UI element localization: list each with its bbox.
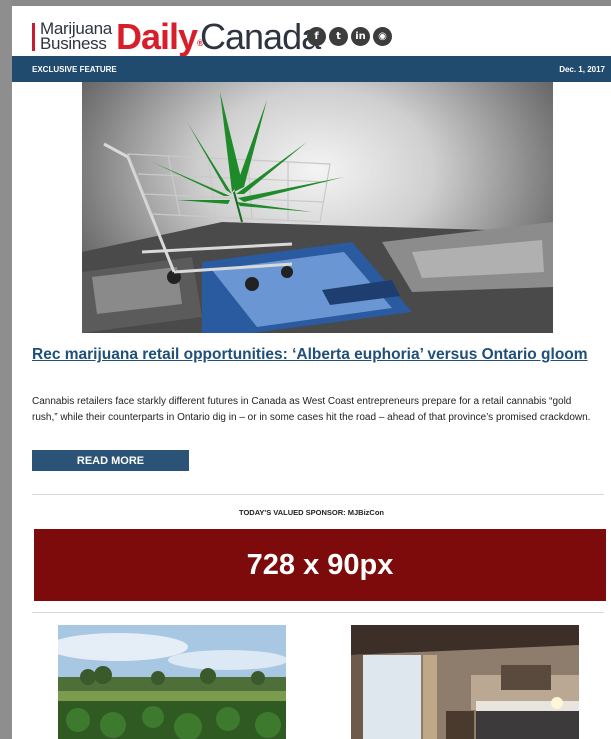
rss-icon[interactable]: ◉	[373, 27, 392, 46]
article-summary: Cannabis retailers face starkly differen…	[32, 396, 591, 423]
logo-line-business: Business	[40, 34, 107, 53]
logo-wordmark-small: Marijuana Business	[40, 20, 112, 53]
sponsor-label: TODAY'S VALUED SPONSOR: MJBizCon	[239, 508, 384, 517]
logo-daily-text: Daily	[116, 16, 198, 57]
thumbnail-cannabis-field[interactable]	[58, 625, 286, 739]
linkedin-icon[interactable]: in	[351, 27, 370, 46]
window-frame-left	[0, 0, 12, 739]
feature-label: EXCLUSIVE FEATURE	[32, 65, 117, 74]
issue-date: Dec. 1, 2017	[559, 65, 605, 74]
hero-illustration	[82, 92, 553, 333]
feature-bar: EXCLUSIVE FEATURE Dec. 1, 2017	[12, 56, 611, 82]
facebook-icon[interactable]: f	[307, 27, 326, 46]
twitter-icon[interactable]: t	[329, 27, 348, 46]
thumbnail-hotel-room[interactable]	[351, 625, 579, 739]
newsletter-page: Marijuana Business Daily® Canada f t in …	[12, 6, 611, 739]
divider	[32, 612, 604, 613]
hotel-room-photo	[351, 625, 579, 739]
hero-image[interactable]	[82, 82, 553, 333]
logo-accent-bar	[32, 23, 35, 51]
logo-canada: Canada	[200, 16, 321, 57]
read-more-button[interactable]: READ MORE	[32, 450, 189, 471]
divider	[32, 494, 604, 495]
logo-daily: Daily®	[116, 16, 204, 57]
social-links: f t in ◉	[307, 27, 392, 46]
field-photo	[58, 625, 286, 739]
sponsor-banner-ad[interactable]: 728 x 90px	[34, 529, 606, 601]
article-headline-link[interactable]: Rec marijuana retail opportunities: ‘Alb…	[32, 344, 592, 366]
